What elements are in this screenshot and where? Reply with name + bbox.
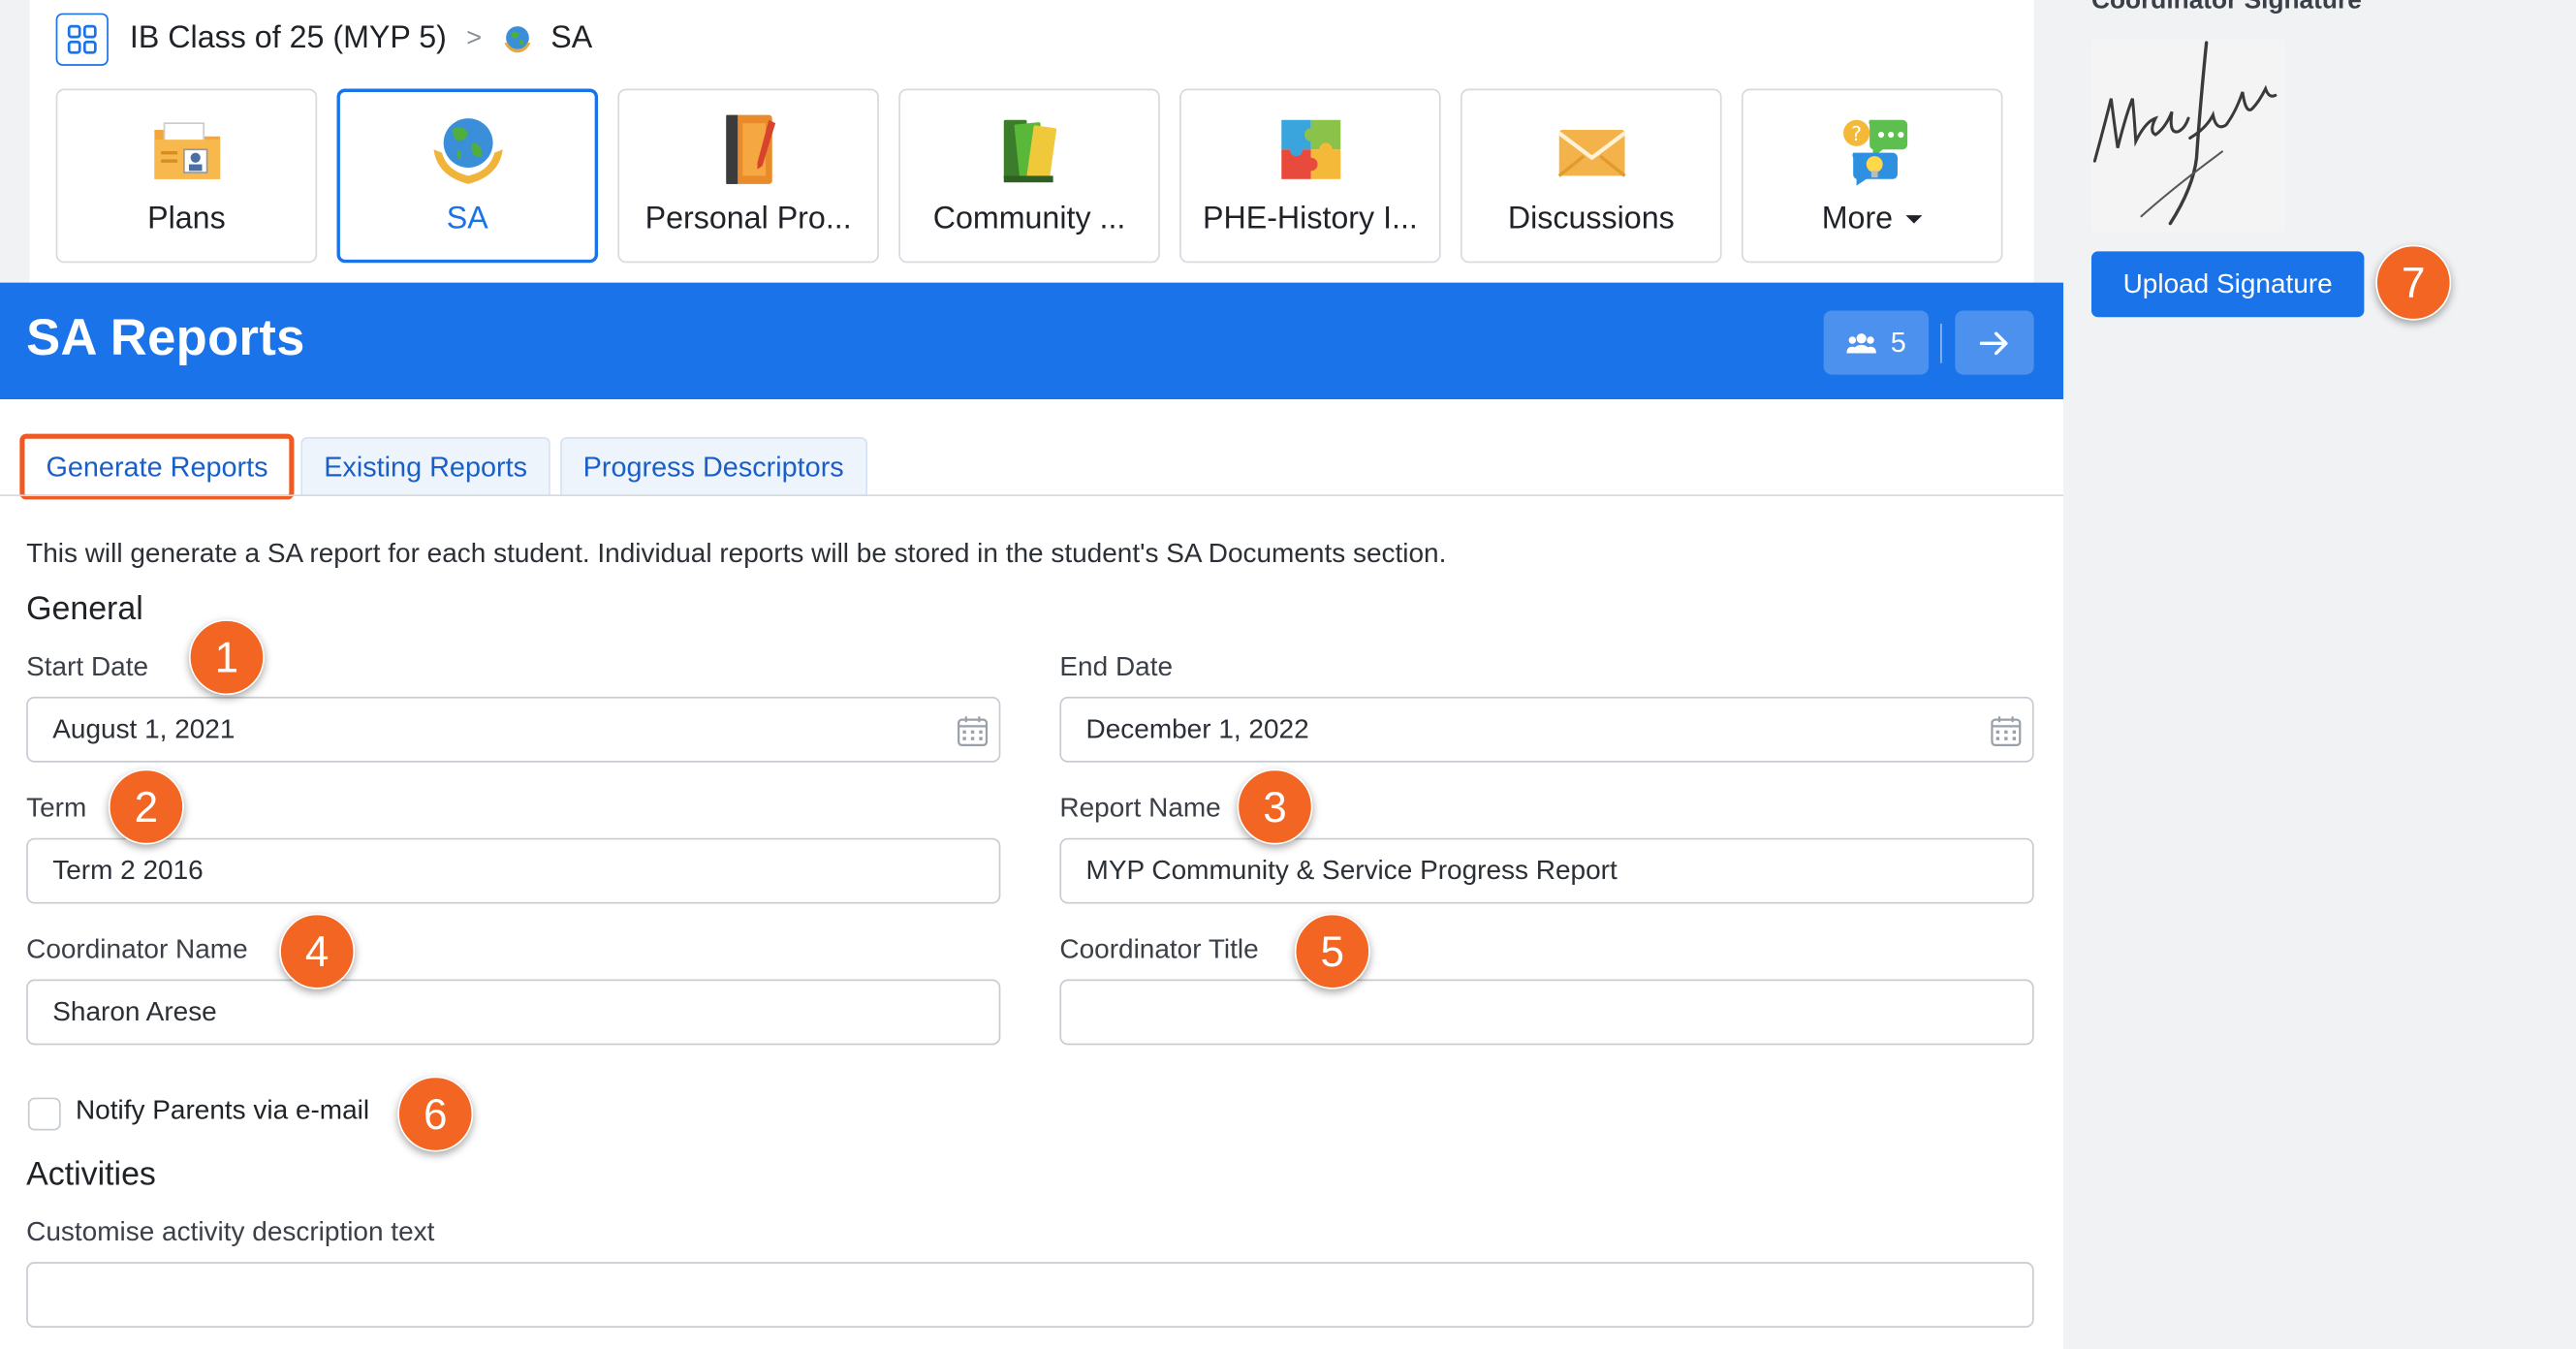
module-tiles: Plans SA Personal Pro... Community ... P… (55, 88, 2003, 264)
tab-progress-descriptors[interactable]: Progress Descriptors (559, 437, 867, 497)
report-name-label: Report Name (1059, 793, 1221, 824)
tab-generate-reports[interactable]: Generate Reports (19, 433, 295, 500)
calendar-icon[interactable] (1990, 715, 2023, 756)
tab-existing-reports[interactable]: Existing Reports (300, 437, 550, 497)
coordinator-title-label: Coordinator Title (1059, 934, 1259, 965)
tile-label: Community ... (932, 202, 1126, 237)
activities-heading: Activities (26, 1156, 156, 1193)
next-button[interactable] (1955, 310, 2034, 375)
plans-folder-icon (147, 110, 226, 189)
breadcrumb-current: SA (550, 21, 593, 56)
tile-discussions[interactable]: Discussions (1461, 88, 1722, 264)
tile-sa[interactable]: SA (336, 88, 599, 264)
svg-text:?: ? (1850, 122, 1861, 145)
report-tabs: Generate Reports Existing Reports Progre… (19, 433, 867, 500)
calendar-icon[interactable] (957, 715, 990, 756)
sa-reports-panel: SA Reports 5 Generate Reports Existing R… (0, 282, 2064, 1349)
activity-description-input[interactable] (26, 1262, 2034, 1328)
member-count: 5 (1890, 326, 1906, 358)
breadcrumb: IB Class of 25 (MYP 5) > SA (55, 10, 593, 69)
activity-description-label: Customise activity description text (26, 1217, 435, 1247)
tabs-divider (0, 494, 2064, 497)
callout-marker-2: 2 (108, 769, 184, 845)
callout-marker-1: 1 (188, 619, 265, 696)
caret-down-icon (1905, 215, 1923, 225)
intro-text: This will generate a SA report for each … (26, 539, 1447, 569)
globe-hands-icon (428, 110, 507, 189)
tile-label: Plans (147, 202, 226, 237)
coordinator-name-value: Sharon Arese (52, 996, 217, 1026)
tile-label: SA (446, 202, 488, 237)
callout-marker-5: 5 (1294, 913, 1370, 989)
notebook-pencil-icon (708, 110, 787, 189)
coordinator-name-input[interactable]: Sharon Arese (26, 979, 1001, 1046)
chat-lightbulb-icon: ? (1833, 110, 1911, 189)
class-nav-card: IB Class of 25 (MYP 5) > SA Plans SA Per… (29, 0, 2034, 283)
start-date-value: August 1, 2021 (52, 713, 236, 744)
callout-marker-4: 4 (279, 913, 356, 989)
arrow-right-icon (1979, 330, 2010, 355)
notify-parents-label[interactable]: Notify Parents via e-mail (76, 1096, 369, 1127)
upload-signature-button[interactable]: Upload Signature (2090, 251, 2365, 318)
notify-parents-checkbox[interactable] (27, 1097, 61, 1131)
coordinator-title-input[interactable] (1059, 979, 2034, 1046)
end-date-value: December 1, 2022 (1085, 713, 1309, 744)
start-date-input[interactable]: August 1, 2021 (26, 696, 1001, 763)
header-divider (1940, 324, 1942, 363)
puzzle-icon (1271, 110, 1349, 189)
books-icon (990, 110, 1068, 189)
start-date-label: Start Date (26, 652, 149, 682)
signature-title: Coordinator Signature (2090, 0, 2362, 16)
members-button[interactable]: 5 (1823, 310, 1930, 375)
tile-label: Discussions (1507, 202, 1675, 237)
callout-marker-6: 6 (397, 1076, 474, 1152)
tile-label: More (1822, 203, 1923, 238)
end-date-input[interactable]: December 1, 2022 (1059, 696, 2034, 763)
term-value: Term 2 2016 (52, 855, 204, 886)
signature-image (2090, 39, 2286, 233)
panel-header: SA Reports 5 (0, 282, 2064, 400)
more-label: More (1821, 202, 1894, 237)
callout-marker-7: 7 (2375, 244, 2452, 321)
breadcrumb-separator: > (466, 24, 483, 53)
signature-sidebar: Coordinator Signature Upload Signature 7 (2063, 0, 2576, 1349)
users-icon (1846, 331, 1876, 355)
tile-label: Personal Pro... (644, 202, 852, 237)
callout-marker-3: 3 (1237, 769, 1313, 845)
breadcrumb-class[interactable]: IB Class of 25 (MYP 5) (130, 21, 447, 57)
tile-plans[interactable]: Plans (55, 88, 318, 264)
page-title: SA Reports (26, 308, 305, 367)
tile-label: PHE-History I... (1202, 202, 1418, 237)
tile-phe-history[interactable]: PHE-History I... (1179, 88, 1441, 264)
tile-more[interactable]: ? More (1741, 88, 2003, 264)
term-input[interactable]: Term 2 2016 (26, 837, 1001, 904)
term-label: Term (26, 793, 87, 824)
end-date-label: End Date (1059, 652, 1174, 682)
tile-personal-project[interactable]: Personal Pro... (617, 88, 879, 264)
report-name-value: MYP Community & Service Progress Report (1085, 855, 1618, 886)
globe-icon (501, 23, 534, 56)
general-heading: General (26, 591, 143, 628)
coordinator-name-label: Coordinator Name (26, 934, 248, 965)
envelope-icon (1552, 110, 1630, 189)
apps-grid-icon[interactable] (55, 13, 109, 66)
report-name-input[interactable]: MYP Community & Service Progress Report (1059, 837, 2034, 904)
tile-community[interactable]: Community ... (898, 88, 1160, 264)
